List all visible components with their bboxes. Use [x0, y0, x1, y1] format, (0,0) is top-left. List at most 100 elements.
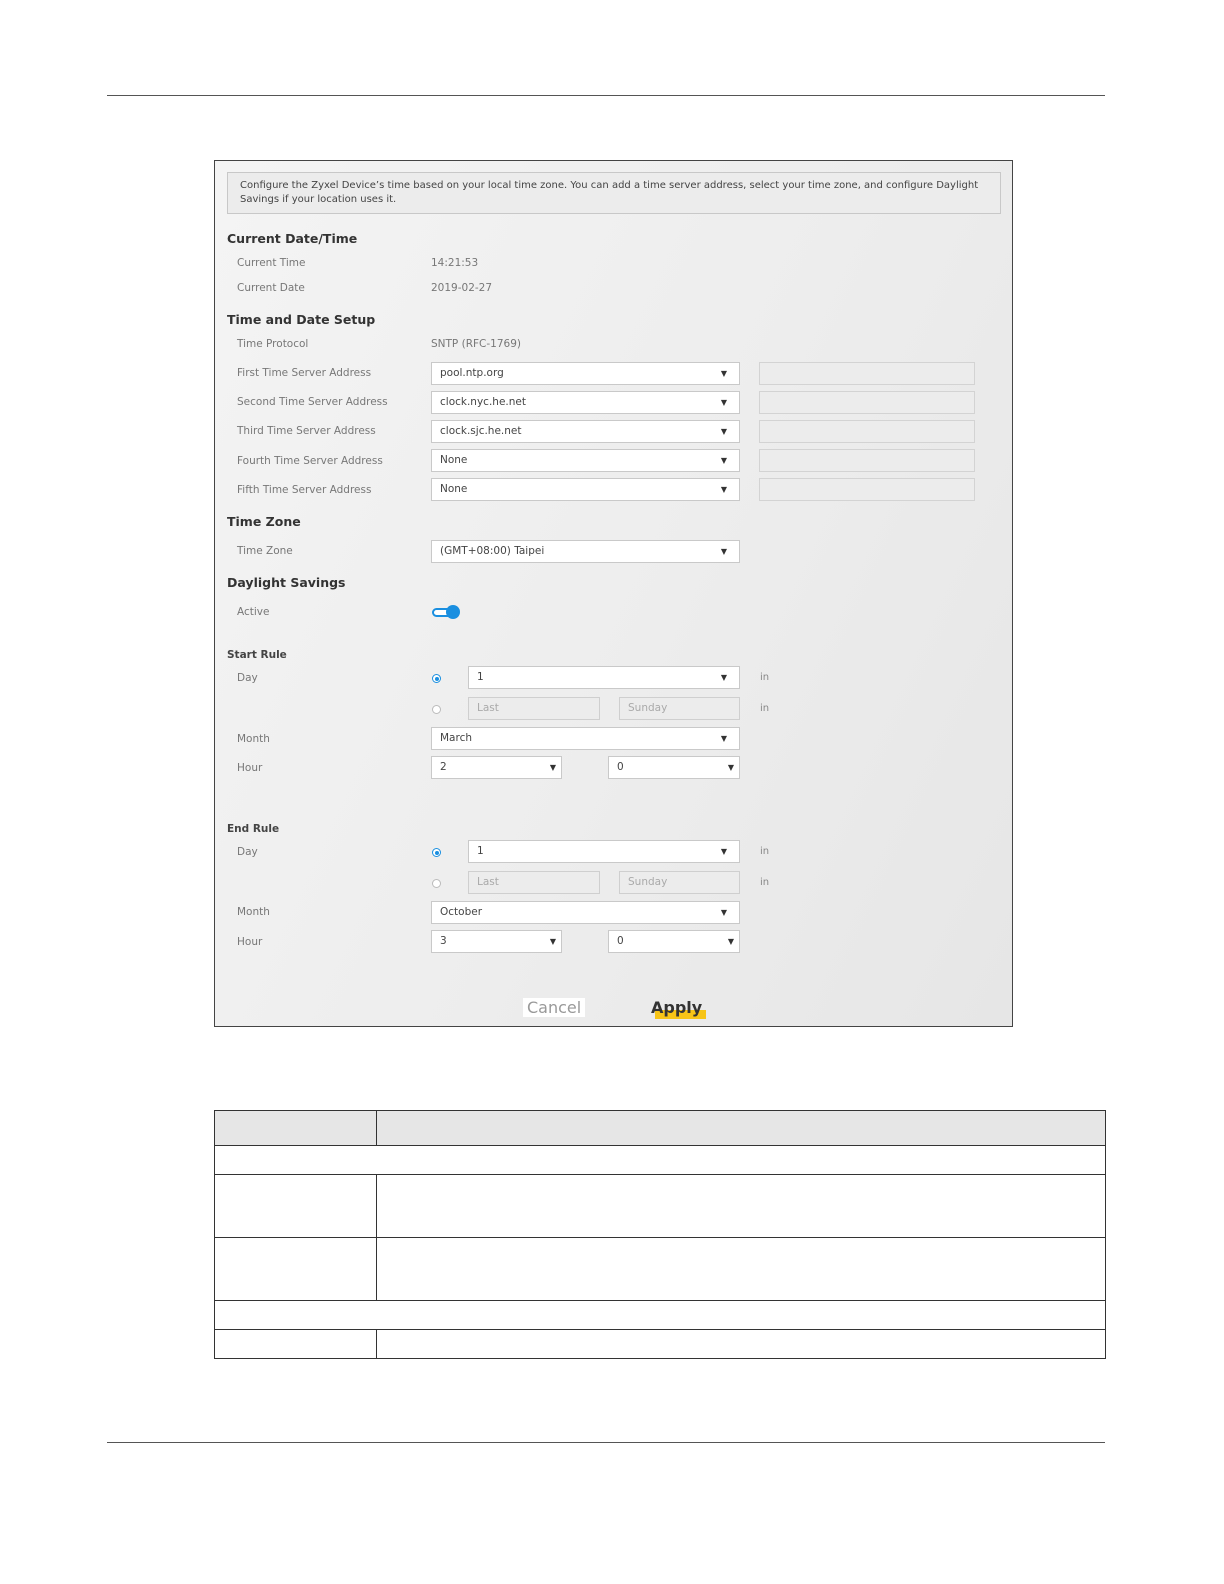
end-hour-label: Hour — [237, 936, 263, 948]
end-month-value: October — [440, 906, 483, 918]
table-header-cell — [214, 1110, 377, 1146]
fourth-server-custom-input[interactable] — [759, 449, 975, 472]
first-server-value: pool.ntp.org — [440, 367, 504, 379]
table-cell — [214, 1329, 377, 1359]
time-zone-label: Time Zone — [237, 545, 293, 557]
daylight-savings-heading: Daylight Savings — [227, 575, 346, 590]
end-in-text-2: in — [760, 877, 770, 888]
end-last-select[interactable]: Last — [468, 871, 600, 894]
second-server-label: Second Time Server Address — [237, 396, 388, 408]
start-day-radio-nth[interactable] — [432, 674, 441, 683]
end-minute-select[interactable]: 0 ▼ — [608, 930, 740, 953]
second-server-value: clock.nyc.he.net — [440, 396, 526, 408]
start-hour-label: Hour — [237, 762, 263, 774]
table-cell — [376, 1237, 1106, 1301]
table-row — [214, 1300, 1106, 1330]
table-row — [214, 1237, 1106, 1301]
start-in-text: in — [760, 672, 770, 683]
intro-text: Configure the Zyxel Device’s time based … — [227, 172, 1001, 214]
cancel-button[interactable]: Cancel — [523, 998, 586, 1017]
fourth-server-select[interactable]: None ▼ — [431, 449, 740, 472]
start-day-select[interactable]: 1 ▼ — [468, 666, 740, 689]
first-server-select[interactable]: pool.ntp.org ▼ — [431, 362, 740, 385]
fifth-server-custom-input[interactable] — [759, 478, 975, 501]
chevron-down-icon: ▼ — [720, 847, 727, 856]
time-settings-screenshot: Configure the Zyxel Device’s time based … — [214, 160, 1013, 1027]
first-server-label: First Time Server Address — [237, 367, 372, 379]
chevron-down-icon: ▼ — [720, 908, 727, 917]
chevron-down-icon: ▼ — [720, 369, 727, 378]
fifth-server-value: None — [440, 483, 468, 495]
third-server-custom-input[interactable] — [759, 420, 975, 443]
end-day-label: Day — [237, 846, 258, 858]
time-date-setup-heading: Time and Date Setup — [227, 312, 376, 327]
second-server-select[interactable]: clock.nyc.he.net ▼ — [431, 391, 740, 414]
chevron-down-icon: ▼ — [720, 734, 727, 743]
chevron-down-icon: ▼ — [727, 763, 734, 772]
start-minute-select[interactable]: 0 ▼ — [608, 756, 740, 779]
start-rule-heading: Start Rule — [227, 649, 287, 661]
end-day-radio-last[interactable] — [432, 879, 441, 888]
end-month-select[interactable]: October ▼ — [431, 901, 740, 924]
current-datetime-heading: Current Date/Time — [227, 231, 358, 246]
first-server-custom-input[interactable] — [759, 362, 975, 385]
end-minute-value: 0 — [617, 935, 624, 947]
table-cell — [376, 1174, 1106, 1238]
third-server-select[interactable]: clock.sjc.he.net ▼ — [431, 420, 740, 443]
fifth-server-select[interactable]: None ▼ — [431, 478, 740, 501]
third-server-value: clock.sjc.he.net — [440, 425, 522, 437]
end-hour-select[interactable]: 3 ▼ — [431, 930, 562, 953]
time-protocol-label: Time Protocol — [237, 338, 309, 350]
end-day-value: 1 — [477, 845, 484, 857]
footer-rule — [107, 1442, 1105, 1443]
current-time-label: Current Time — [237, 257, 306, 269]
start-in-text-2: in — [760, 703, 770, 714]
active-label: Active — [237, 606, 270, 618]
end-day-select[interactable]: 1 ▼ — [468, 840, 740, 863]
start-month-label: Month — [237, 733, 270, 745]
end-in-text: in — [760, 846, 770, 857]
start-weekday-select[interactable]: Sunday — [619, 697, 740, 720]
start-month-select[interactable]: March ▼ — [431, 727, 740, 750]
chevron-down-icon: ▼ — [720, 547, 727, 556]
table-header-row — [214, 1110, 1106, 1146]
time-zone-value: (GMT+08:00) Taipei — [440, 545, 545, 557]
active-toggle[interactable] — [432, 605, 460, 619]
time-protocol-value: SNTP (RFC-1769) — [431, 338, 521, 350]
table-header-cell — [376, 1110, 1106, 1146]
end-day-radio-nth[interactable] — [432, 848, 441, 857]
end-weekday-select[interactable]: Sunday — [619, 871, 740, 894]
table-cell — [214, 1174, 377, 1238]
fourth-server-value: None — [440, 454, 468, 466]
chevron-down-icon: ▼ — [549, 763, 556, 772]
start-hour-select[interactable]: 2 ▼ — [431, 756, 562, 779]
table-cell — [214, 1145, 1106, 1175]
current-date-label: Current Date — [237, 282, 305, 294]
table-cell — [214, 1237, 377, 1301]
apply-label: Apply — [651, 998, 703, 1017]
chevron-down-icon: ▼ — [720, 485, 727, 494]
chevron-down-icon: ▼ — [720, 456, 727, 465]
start-last-select[interactable]: Last — [468, 697, 600, 720]
start-day-label: Day — [237, 672, 258, 684]
chevron-down-icon: ▼ — [720, 398, 727, 407]
chevron-down-icon: ▼ — [720, 427, 727, 436]
table-cell — [376, 1329, 1106, 1359]
description-table — [214, 1110, 1106, 1359]
end-hour-value: 3 — [440, 935, 447, 947]
time-zone-select[interactable]: (GMT+08:00) Taipei ▼ — [431, 540, 740, 563]
second-server-custom-input[interactable] — [759, 391, 975, 414]
table-cell — [214, 1300, 1106, 1330]
table-row — [214, 1329, 1106, 1359]
header-rule — [107, 95, 1105, 96]
time-zone-heading: Time Zone — [227, 514, 301, 529]
start-minute-value: 0 — [617, 761, 624, 773]
start-day-radio-last[interactable] — [432, 705, 441, 714]
fourth-server-label: Fourth Time Server Address — [237, 455, 383, 467]
table-row — [214, 1145, 1106, 1175]
apply-button[interactable]: Apply — [651, 998, 707, 1019]
start-day-value: 1 — [477, 671, 484, 683]
fifth-server-label: Fifth Time Server Address — [237, 484, 372, 496]
start-month-value: March — [440, 732, 473, 744]
current-date-value: 2019-02-27 — [431, 282, 493, 294]
